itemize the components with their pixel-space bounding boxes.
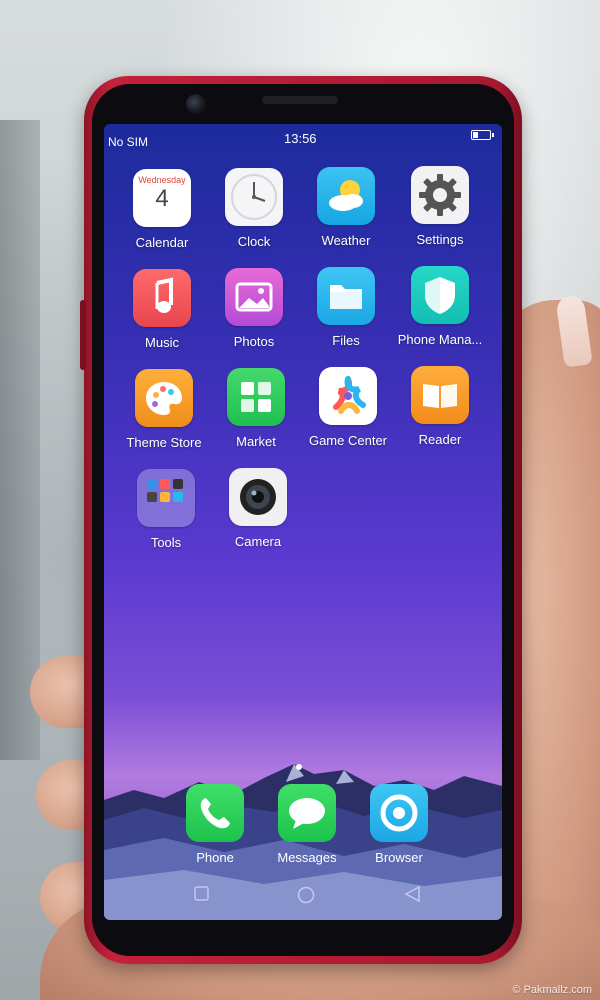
music-note-icon bbox=[133, 269, 191, 327]
folder-tools-icon bbox=[137, 469, 195, 527]
clock-icon bbox=[225, 168, 283, 226]
dock-label: Browser bbox=[375, 850, 423, 865]
app-settings[interactable]: Settings bbox=[392, 166, 488, 247]
dock-browser[interactable]: Browser bbox=[354, 784, 444, 865]
app-label: Theme Store bbox=[126, 435, 202, 450]
dock-messages[interactable]: Messages bbox=[262, 784, 352, 865]
photo-icon bbox=[225, 268, 283, 326]
message-bubble-icon bbox=[278, 784, 336, 842]
app-clock[interactable]: Clock bbox=[206, 168, 302, 249]
watermark: © Pakmallz.com bbox=[512, 984, 592, 996]
app-label: Files bbox=[332, 333, 360, 348]
browser-icon bbox=[370, 784, 428, 842]
app-weather[interactable]: Weather bbox=[298, 167, 394, 248]
earpiece bbox=[262, 96, 338, 104]
page-indicator-dot bbox=[296, 764, 302, 770]
app-label: Phone Mana... bbox=[397, 332, 483, 347]
camera-icon bbox=[229, 468, 287, 526]
app-game-center[interactable]: Game Center bbox=[300, 367, 396, 448]
app-label: Calendar bbox=[135, 235, 189, 250]
app-phone-manager[interactable]: Phone Mana... bbox=[392, 266, 488, 347]
app-label: Reader bbox=[418, 432, 462, 447]
app-music[interactable]: Music bbox=[114, 269, 210, 350]
app-tools-folder[interactable]: Tools bbox=[118, 469, 214, 550]
app-market[interactable]: Market bbox=[208, 368, 304, 449]
status-bar: No SIM 13:56 bbox=[104, 124, 502, 154]
back-button[interactable] bbox=[404, 885, 422, 907]
navigation-bar bbox=[104, 874, 502, 914]
app-label: Photos bbox=[233, 334, 275, 349]
app-camera[interactable]: Camera bbox=[210, 468, 306, 549]
shield-icon bbox=[411, 266, 469, 324]
app-label: Tools bbox=[150, 535, 182, 550]
volume-button bbox=[80, 300, 86, 370]
recent-apps-button[interactable] bbox=[194, 886, 210, 907]
app-grid-icon bbox=[227, 368, 285, 426]
app-calendar[interactable]: Wednesday 4 Calendar bbox=[114, 169, 210, 250]
palette-icon bbox=[135, 369, 193, 427]
book-icon bbox=[411, 366, 469, 424]
front-camera bbox=[186, 94, 206, 114]
app-files[interactable]: Files bbox=[298, 267, 394, 348]
home-button[interactable] bbox=[297, 886, 315, 909]
dock-label: Phone bbox=[196, 850, 234, 865]
dock-phone[interactable]: Phone bbox=[170, 784, 260, 865]
app-label: Market bbox=[236, 434, 276, 449]
app-label: Game Center bbox=[308, 433, 388, 448]
calendar-day-name: Wednesday bbox=[138, 175, 186, 185]
dock-label: Messages bbox=[277, 850, 337, 865]
app-label: Clock bbox=[237, 234, 271, 249]
carrier-label: No SIM bbox=[108, 135, 149, 149]
app-label: Weather bbox=[321, 233, 371, 248]
folder-icon bbox=[317, 267, 375, 325]
calendar-icon: Wednesday 4 bbox=[133, 169, 191, 227]
app-label: Settings bbox=[416, 232, 464, 247]
gear-icon bbox=[411, 166, 469, 224]
app-reader[interactable]: Reader bbox=[392, 366, 488, 447]
calendar-day-number: 4 bbox=[155, 185, 169, 212]
app-label: Camera bbox=[234, 534, 282, 549]
app-theme-store[interactable]: Theme Store bbox=[116, 369, 212, 450]
app-photos[interactable]: Photos bbox=[206, 268, 302, 349]
background-window-frame bbox=[0, 120, 40, 760]
phone-icon bbox=[186, 784, 244, 842]
home-screen: No SIM 13:56 Wednesday 4 Calendar Clock bbox=[104, 124, 502, 920]
star-icon bbox=[319, 367, 377, 425]
app-label: Music bbox=[145, 335, 179, 350]
weather-icon bbox=[317, 167, 375, 225]
status-time: 13:56 bbox=[284, 131, 317, 146]
battery-icon bbox=[471, 130, 494, 140]
